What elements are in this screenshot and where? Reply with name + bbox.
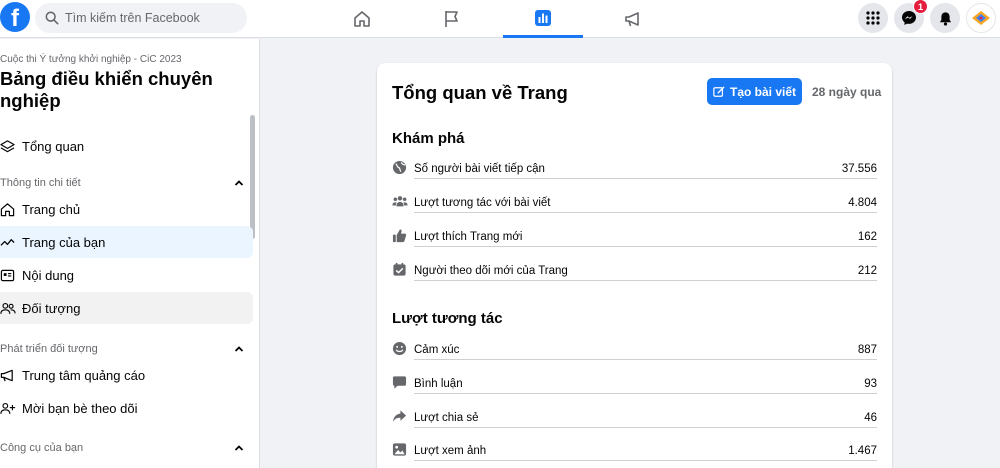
section-label: Công cụ của bạn	[0, 442, 84, 454]
comment-icon	[392, 375, 414, 390]
metric-row[interactable]: Bình luận 93	[392, 370, 877, 394]
card-title: Tổng quan về Trang	[392, 82, 568, 103]
avatar-logo-icon	[972, 11, 990, 25]
sidebar-item-your-page[interactable]: Trang của bạn	[0, 226, 253, 258]
sidebar-item-content[interactable]: Nội dung	[0, 259, 253, 291]
nav-tab-pages[interactable]	[412, 0, 492, 38]
metric-label: Lượt thích Trang mới	[414, 227, 877, 247]
chevron-up-icon	[234, 346, 244, 352]
sidebar-item-audience[interactable]: Đối tượng	[0, 292, 253, 324]
profile-avatar[interactable]	[966, 3, 996, 33]
sidebar-item-label: Trung tâm quảng cáo	[22, 367, 146, 383]
sidebar-item-overview[interactable]: Tổng quan	[0, 130, 253, 162]
edit-icon	[713, 86, 725, 97]
sidebar-item-label: Nội dung	[22, 267, 75, 283]
home-outline-icon	[0, 202, 22, 217]
metric-row[interactable]: Lượt chia sẻ 46	[392, 404, 877, 428]
thumbs-up-icon	[392, 228, 414, 243]
metric-row[interactable]: Cảm xúc 887	[392, 336, 877, 360]
insights-icon	[535, 9, 551, 26]
metric-value: 93	[864, 378, 877, 390]
facebook-logo[interactable]: f	[0, 2, 30, 32]
sidebar-item-label: Trang của bạn	[22, 234, 106, 250]
metric-label: Lượt xem ảnh	[414, 441, 877, 461]
follower-check-icon	[392, 262, 414, 277]
date-range-label[interactable]: 28 ngày qua	[812, 85, 881, 99]
metric-value: 1.467	[848, 445, 877, 457]
flag-icon	[445, 11, 458, 27]
bell-icon	[939, 11, 951, 26]
create-post-label: Tạo bài viết	[729, 84, 797, 99]
metric-row[interactable]: Lượt xem ảnh 1.467	[392, 437, 877, 461]
megaphone-icon	[0, 368, 22, 383]
smiley-icon	[392, 341, 414, 356]
sidebar-item-label: Mời bạn bè theo dõi	[22, 400, 138, 416]
metric-row[interactable]: Lượt tương tác với bài viết 4.804	[392, 189, 877, 213]
sidebar-item-label: Tổng quan	[22, 138, 85, 154]
sidebar-item-home[interactable]: Trang chủ	[0, 193, 253, 225]
notifications-button[interactable]	[930, 3, 960, 33]
invite-people-icon	[0, 401, 22, 416]
messenger-badge: 1	[913, 0, 928, 14]
sidebar-item-label: Đối tượng	[22, 300, 81, 316]
sidebar-item-invite-friends[interactable]: Mời bạn bè theo dõi	[0, 392, 253, 424]
nav-tab-insights[interactable]	[503, 0, 583, 38]
messenger-button[interactable]: 1	[894, 0, 928, 33]
search-input[interactable]	[65, 11, 235, 25]
metric-label: Số người bài viết tiếp cận	[414, 159, 877, 179]
metric-value: 887	[857, 344, 877, 356]
metric-label: Lượt tương tác với bài viết	[414, 193, 877, 213]
section-insights-header[interactable]: Thông tin chi tiết	[0, 173, 250, 193]
layers-icon	[0, 139, 22, 154]
section-label: Phát triển đối tượng	[0, 343, 98, 355]
sidebar-item-ad-center[interactable]: Trung tâm quảng cáo	[0, 359, 253, 391]
nav-tab-ads[interactable]	[593, 0, 673, 38]
sidebar-subtitle: Cuộc thi Ý tưởng khởi nghiệp - CiC 2023	[0, 54, 182, 65]
search-icon	[45, 11, 59, 25]
metric-row[interactable]: Số người bài viết tiếp cận 37.556	[392, 155, 877, 179]
metric-label: Người theo dõi mới của Trang	[414, 261, 877, 281]
people-group-icon	[392, 194, 414, 208]
top-navigation-bar: f 1	[0, 0, 1000, 38]
page-overview-card: Tổng quan về Trang Tạo bài viết 28 ngày …	[377, 63, 892, 468]
chevron-up-icon	[234, 445, 244, 451]
metric-value: 37.556	[841, 163, 877, 175]
metric-value: 46	[864, 412, 877, 424]
metric-row[interactable]: Người theo dõi mới của Trang 212	[392, 257, 877, 281]
sidebar: Cuộc thi Ý tưởng khởi nghiệp - CiC 2023 …	[0, 39, 260, 468]
content-icon	[0, 268, 22, 283]
trend-line-icon	[0, 235, 22, 250]
people-icon	[0, 301, 22, 316]
metric-value: 4.804	[848, 197, 877, 209]
metric-label: Cảm xúc	[414, 340, 877, 360]
megaphone-icon	[625, 12, 639, 27]
messenger-icon	[902, 11, 916, 25]
metric-row[interactable]: Lượt thích Trang mới 162	[392, 223, 877, 247]
menu-button[interactable]	[858, 3, 888, 33]
sidebar-title: Bảng điều khiển chuyên nghiệp	[0, 68, 213, 111]
section-interactions-title: Lượt tương tác	[392, 310, 503, 327]
share-arrow-icon	[392, 409, 414, 424]
chevron-up-icon	[234, 180, 244, 186]
grid-menu-icon	[866, 11, 880, 25]
globe-icon	[392, 160, 414, 175]
section-discover-title: Khám phá	[392, 130, 465, 147]
sidebar-item-label: Trang chủ	[22, 201, 81, 217]
metric-value: 212	[857, 265, 877, 277]
section-tools-header[interactable]: Công cụ của bạn	[0, 438, 250, 458]
metric-label: Bình luận	[414, 374, 877, 394]
nav-tab-home[interactable]	[322, 0, 402, 38]
search-box[interactable]	[35, 3, 247, 33]
create-post-button[interactable]: Tạo bài viết	[707, 78, 802, 105]
section-grow-header[interactable]: Phát triển đối tượng	[0, 339, 250, 359]
metric-label: Lượt chia sẻ	[414, 408, 877, 428]
home-icon	[354, 11, 370, 27]
metric-value: 162	[857, 231, 877, 243]
section-label: Thông tin chi tiết	[0, 177, 81, 189]
photo-icon	[392, 442, 414, 457]
